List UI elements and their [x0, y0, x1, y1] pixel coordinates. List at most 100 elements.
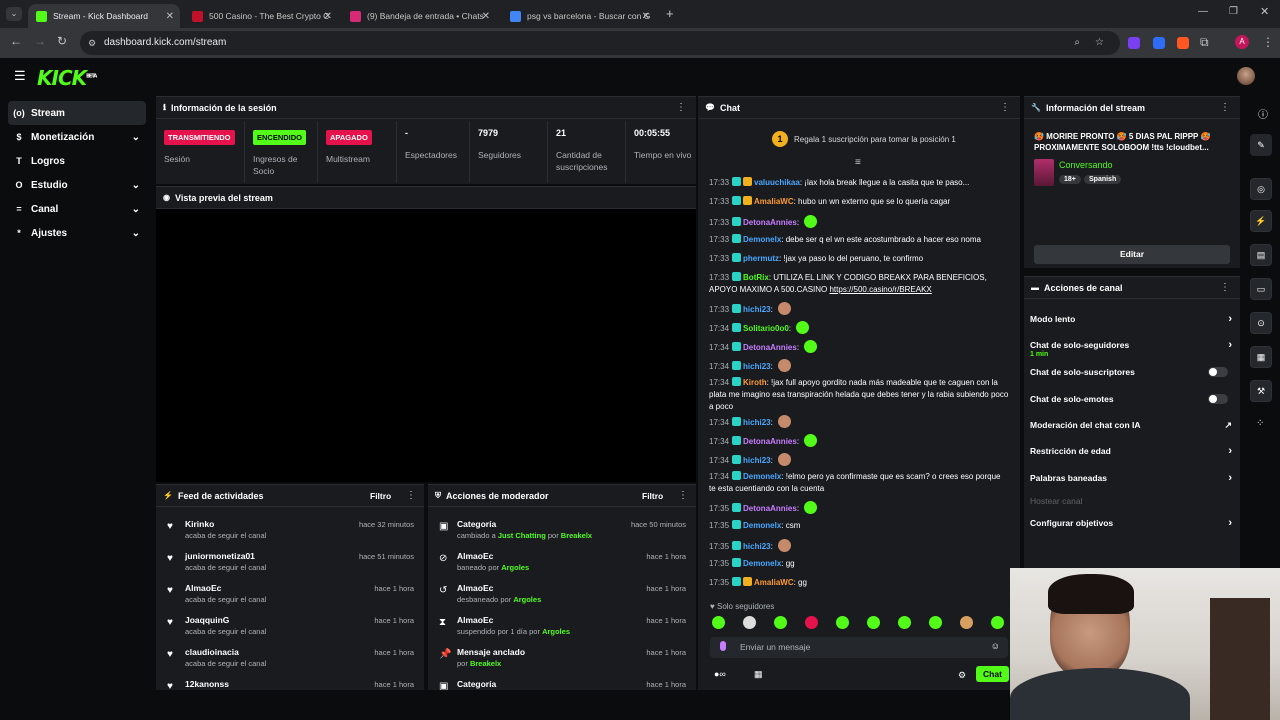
- tab-search-icon[interactable]: ⌄: [6, 7, 22, 21]
- moderator-name[interactable]: Breakelx: [561, 531, 592, 540]
- feed-username[interactable]: AlmaoEc: [185, 583, 221, 593]
- send-chat-button[interactable]: Chat: [976, 666, 1009, 682]
- info-icon[interactable]: ⓘ: [1258, 106, 1268, 121]
- user-avatar[interactable]: [1237, 67, 1255, 85]
- moderator-name[interactable]: Argoles: [513, 595, 541, 604]
- extension-icon[interactable]: [1128, 37, 1140, 49]
- chat-username[interactable]: DetonaAnnies: [743, 504, 797, 513]
- layout-icon[interactable]: ▦: [1250, 346, 1272, 368]
- site-info-icon[interactable]: ⚙: [88, 31, 96, 55]
- mod-action-row[interactable]: ↺ AlmaoEc desbaneado por Argoles hace 1 hor…: [428, 579, 696, 611]
- chat-username[interactable]: Demonelx: [743, 559, 781, 568]
- mod-action-row[interactable]: ▣ Categoría cambiado a Just Chatting por B…: [428, 515, 696, 547]
- chat-username[interactable]: AmaliaWC: [754, 578, 794, 587]
- more-options-icon[interactable]: ⋮: [676, 102, 686, 113]
- feed-username[interactable]: 12kanonss: [185, 679, 229, 689]
- channel-action-row[interactable]: Chat de solo-seguidores 1 min ›: [1030, 334, 1236, 358]
- tab-close-icon[interactable]: ✕: [482, 11, 490, 22]
- chat-username[interactable]: DetonaAnnies: [743, 437, 797, 446]
- extension-icon[interactable]: [1153, 37, 1165, 49]
- category-thumbnail[interactable]: [1034, 159, 1054, 186]
- points-icon[interactable]: ●∞: [714, 669, 726, 679]
- chat-username[interactable]: DetonaAnnies: [743, 343, 797, 352]
- feed-username[interactable]: claudioinacia: [185, 647, 239, 657]
- maximize-icon[interactable]: ❐: [1229, 6, 1238, 17]
- moderator-name[interactable]: Breakelx: [470, 659, 501, 668]
- feed-username[interactable]: JoaqquinG: [185, 615, 229, 625]
- browser-tab[interactable]: Stream - Kick Dashboard ✕: [28, 4, 180, 28]
- flash-icon[interactable]: ⚡: [1250, 210, 1272, 232]
- wrench-icon[interactable]: ⚒: [1250, 380, 1272, 402]
- sidebar-item-logros[interactable]: T Logros: [8, 149, 146, 173]
- chat-settings-icon[interactable]: ⚙: [958, 670, 966, 681]
- tab-close-icon[interactable]: ✕: [324, 11, 332, 22]
- emote-icon[interactable]: [929, 616, 942, 629]
- channel-action-row[interactable]: Modo lento ›: [1030, 308, 1236, 330]
- channel-action-row[interactable]: Restricción de edad ›: [1030, 440, 1236, 462]
- emote-icon[interactable]: [774, 616, 787, 629]
- bookmark-star-icon[interactable]: ☆: [1095, 31, 1104, 55]
- camera-icon[interactable]: ◎: [1250, 178, 1272, 200]
- emote-icon[interactable]: [743, 616, 756, 629]
- feed-row[interactable]: ♥ Kirinko acaba de seguir el canal hace 32 …: [156, 515, 424, 547]
- browser-tab[interactable]: psg vs barcelona - Buscar con G ✕: [502, 4, 656, 28]
- chat-username[interactable]: Demonelx: [743, 235, 781, 244]
- channel-action-row[interactable]: Palabras baneadas ›: [1030, 467, 1236, 489]
- chat-username[interactable]: AmaliaWC: [754, 197, 794, 206]
- toggle-switch[interactable]: [1208, 367, 1228, 377]
- channel-action-row[interactable]: Chat de solo-suscriptores: [1030, 361, 1236, 383]
- tab-close-icon[interactable]: ✕: [642, 11, 650, 22]
- feed-username[interactable]: juniormonetiza01: [185, 551, 255, 561]
- emote-icon[interactable]: [805, 616, 818, 629]
- reload-icon[interactable]: ↻: [57, 34, 67, 48]
- feed-row[interactable]: ♥ juniormonetiza01 acaba de seguir el cana…: [156, 547, 424, 579]
- emote-icon[interactable]: [867, 616, 880, 629]
- kick-logo[interactable]: KICKBETA: [37, 66, 97, 90]
- moderator-name[interactable]: Argoles: [542, 627, 570, 636]
- more-options-icon[interactable]: ⋮: [1220, 102, 1230, 113]
- gift-icon[interactable]: ▦: [754, 669, 763, 680]
- chat-username[interactable]: Kiroth: [743, 378, 767, 387]
- chat-username[interactable]: Demonelx: [743, 472, 781, 481]
- microphone-icon[interactable]: [720, 641, 726, 651]
- chat-username[interactable]: phermutz: [743, 254, 779, 263]
- feed-row[interactable]: ♥ claudioinacia acaba de seguir el canal ha…: [156, 643, 424, 675]
- address-bar[interactable]: ⚙ dashboard.kick.com/stream ⌕ ☆: [80, 31, 1120, 55]
- sidebar-item-monetización[interactable]: $ Monetización ⌄: [8, 125, 146, 149]
- mod-action-row[interactable]: ⊘ AlmaoEc baneado por Argoles hace 1 hora: [428, 547, 696, 579]
- chat-icon[interactable]: ▭: [1250, 278, 1272, 300]
- new-tab-icon[interactable]: +: [666, 6, 674, 21]
- sidebar-item-estudio[interactable]: O Estudio ⌄: [8, 173, 146, 197]
- more-options-icon[interactable]: ⋮: [406, 490, 416, 501]
- sidebar-item-stream[interactable]: (o) Stream: [8, 101, 146, 125]
- browser-tab[interactable]: (9) Bandeja de entrada • Chats ✕: [342, 4, 496, 28]
- feed-row[interactable]: ♥ JoaqquinG acaba de seguir el canal hace 1…: [156, 611, 424, 643]
- chat-username[interactable]: hichi23: [743, 456, 771, 465]
- channel-action-row[interactable]: Moderación del chat con IA ↗: [1030, 414, 1236, 436]
- emote-icon[interactable]: [712, 616, 725, 629]
- document-icon[interactable]: ▤: [1250, 244, 1272, 266]
- browser-menu-icon[interactable]: ⋮: [1262, 35, 1274, 49]
- browser-tab[interactable]: 500 Casino - The Best Crypto C ✕: [184, 4, 338, 28]
- edit-stream-button[interactable]: Editar: [1034, 245, 1230, 264]
- chat-username[interactable]: BotRix: [743, 273, 769, 282]
- chat-username[interactable]: Solitario0o0: [743, 324, 789, 333]
- toggle-switch[interactable]: [1208, 394, 1228, 404]
- sidebar-item-ajustes[interactable]: * Ajustes ⌄: [8, 221, 146, 245]
- emote-icon[interactable]: [960, 616, 973, 629]
- chat-username[interactable]: DetonaAnnies: [743, 218, 797, 227]
- moderator-name[interactable]: Argoles: [501, 563, 529, 572]
- emote-icon[interactable]: [898, 616, 911, 629]
- broadcast-icon[interactable]: ⊙: [1250, 312, 1272, 334]
- mod-action-row[interactable]: ▣ Categoría hace 1 hora: [428, 675, 696, 690]
- feed-row[interactable]: ♥ 12kanonss hace 1 hora: [156, 675, 424, 690]
- chat-username[interactable]: valuuchikaa: [754, 178, 800, 187]
- more-options-icon[interactable]: ⋮: [1000, 102, 1010, 113]
- hamburger-menu-icon[interactable]: ☰: [14, 68, 26, 84]
- feed-row[interactable]: ♥ AlmaoEc acaba de seguir el canal hace 1 h…: [156, 579, 424, 611]
- extension-icon[interactable]: [1177, 37, 1189, 49]
- mod-action-row[interactable]: ⧗ AlmaoEc suspendido por 1 día por Argoles…: [428, 611, 696, 643]
- category-name[interactable]: Conversando: [1059, 160, 1113, 170]
- feed-username[interactable]: Kirinko: [185, 519, 214, 529]
- more-options-icon[interactable]: ⋮: [1220, 282, 1230, 293]
